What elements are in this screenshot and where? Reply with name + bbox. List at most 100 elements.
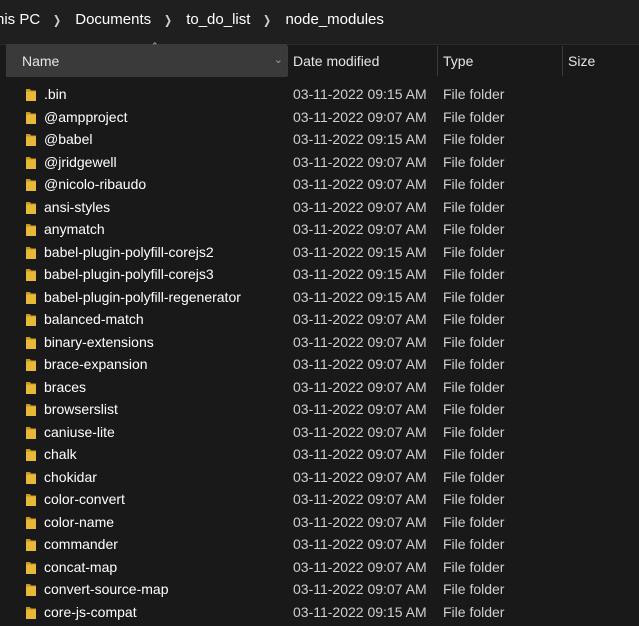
folder-icon <box>26 494 36 506</box>
item-type: File folder <box>443 131 505 147</box>
column-header-type-label: Type <box>443 52 474 69</box>
item-name: commander <box>44 536 118 552</box>
list-item[interactable]: @babel 03-11-2022 09:15 AM File folder <box>0 128 639 151</box>
list-item[interactable]: chokidar 03-11-2022 09:07 AM File folder <box>0 466 639 489</box>
breadcrumb-item-to-do-list[interactable]: to_do_list <box>184 11 252 28</box>
file-list: .bin 03-11-2022 09:15 AM File folder @amppr… <box>0 83 639 623</box>
item-name: babel-plugin-polyfill-corejs3 <box>44 266 214 282</box>
list-item[interactable]: caniuse-lite 03-11-2022 09:07 AM File fold… <box>0 421 639 444</box>
list-item[interactable]: @nicolo-ribaudo 03-11-2022 09:07 AM File f… <box>0 173 639 196</box>
column-divider[interactable] <box>562 46 563 76</box>
list-item[interactable]: ansi-styles 03-11-2022 09:07 AM File folde… <box>0 196 639 219</box>
folder-icon <box>26 89 36 101</box>
item-name: @babel <box>44 131 93 147</box>
column-divider[interactable] <box>287 46 288 76</box>
chevron-right-icon[interactable]: ❯ <box>263 13 271 27</box>
item-date-modified: 03-11-2022 09:07 AM <box>293 491 427 507</box>
folder-icon <box>26 426 36 439</box>
column-header-size[interactable]: Size <box>568 44 639 77</box>
address-bar[interactable]: his PC ❯ Documents ❯ to_do_list ❯ node_m… <box>0 0 639 45</box>
item-date-modified: 03-11-2022 09:15 AM <box>293 266 427 282</box>
item-type: File folder <box>443 401 505 417</box>
item-date-modified: 03-11-2022 09:07 AM <box>293 311 427 327</box>
item-type: File folder <box>443 536 505 552</box>
list-item[interactable]: babel-plugin-polyfill-corejs3 03-11-2022 … <box>0 263 639 286</box>
chevron-right-icon[interactable]: ❯ <box>53 13 61 27</box>
list-item[interactable]: anymatch 03-11-2022 09:07 AM File folder <box>0 218 639 241</box>
item-name: color-name <box>44 513 115 530</box>
item-type: File folder <box>443 108 505 125</box>
item-date-modified: 03-11-2022 09:07 AM <box>293 356 427 372</box>
item-type: File folder <box>443 176 505 192</box>
column-header-date-modified[interactable]: Date modified <box>293 44 437 77</box>
item-type: File folder <box>443 513 505 530</box>
item-date-modified: 03-11-2022 09:07 AM <box>293 108 427 125</box>
folder-icon <box>26 201 36 214</box>
item-type: File folder <box>443 266 505 282</box>
list-item[interactable]: concat-map 03-11-2022 09:07 AM File folder <box>0 556 639 579</box>
item-type: File folder <box>443 558 505 575</box>
list-item[interactable]: babel-plugin-polyfill-regenerator 03-11-2… <box>0 286 639 309</box>
column-divider[interactable] <box>437 46 438 76</box>
list-item[interactable]: @jridgewell 03-11-2022 09:07 AM File folde… <box>0 151 639 174</box>
folder-icon <box>26 606 36 619</box>
folder-icon <box>26 246 36 259</box>
sort-up-icon: ⌃ <box>151 41 159 51</box>
item-name: @nicolo-ribaudo <box>44 176 147 192</box>
list-item[interactable]: convert-source-map 03-11-2022 09:07 AM Fil… <box>0 578 639 601</box>
breadcrumb-item-documents[interactable]: Documents <box>73 11 153 28</box>
column-header-name[interactable]: Name ⌃ ⌄ <box>6 41 287 77</box>
list-item[interactable]: binary-extensions 03-11-2022 09:07 AM File… <box>0 331 639 354</box>
item-date-modified: 03-11-2022 09:15 AM <box>293 86 427 102</box>
breadcrumb-item-node-modules[interactable]: node_modules <box>283 11 385 28</box>
folder-icon <box>26 134 36 146</box>
list-item[interactable]: color-name 03-11-2022 09:07 AM File folder <box>0 511 639 534</box>
item-date-modified: 03-11-2022 09:07 AM <box>293 513 427 530</box>
item-date-modified: 03-11-2022 09:15 AM <box>293 131 427 147</box>
item-type: File folder <box>443 198 505 215</box>
item-name: chokidar <box>44 468 97 485</box>
list-item[interactable]: babel-plugin-polyfill-corejs2 03-11-2022 … <box>0 241 639 264</box>
chevron-down-icon[interactable]: ⌄ <box>274 53 283 66</box>
list-item[interactable]: core-js-compat 03-11-2022 09:15 AM File fo… <box>0 601 639 624</box>
item-name: anymatch <box>44 221 105 237</box>
folder-icon <box>26 539 36 551</box>
list-item[interactable]: .bin 03-11-2022 09:15 AM File folder <box>0 83 639 106</box>
list-item[interactable]: commander 03-11-2022 09:07 AM File folder <box>0 533 639 556</box>
folder-icon <box>26 359 36 371</box>
breadcrumb-item-this-pc[interactable]: his PC <box>0 11 42 28</box>
item-date-modified: 03-11-2022 09:07 AM <box>293 446 427 462</box>
item-date-modified: 03-11-2022 09:07 AM <box>293 221 427 237</box>
list-item[interactable]: browserslist 03-11-2022 09:07 AM File fold… <box>0 398 639 421</box>
list-item[interactable]: @ampproject 03-11-2022 09:07 AM File folde… <box>0 106 639 129</box>
folder-icon <box>26 561 36 574</box>
item-date-modified: 03-11-2022 09:07 AM <box>293 536 427 552</box>
chevron-right-icon[interactable]: ❯ <box>164 13 172 27</box>
item-date-modified: 03-11-2022 09:07 AM <box>293 423 427 440</box>
item-date-modified: 03-11-2022 09:15 AM <box>293 603 427 620</box>
folder-icon <box>26 156 36 169</box>
list-item[interactable]: braces 03-11-2022 09:07 AM File folder <box>0 376 639 399</box>
item-type: File folder <box>443 581 505 597</box>
item-type: File folder <box>443 288 505 305</box>
item-date-modified: 03-11-2022 09:07 AM <box>293 558 427 575</box>
folder-icon <box>26 224 36 236</box>
list-item[interactable]: chalk 03-11-2022 09:07 AM File folder <box>0 443 639 466</box>
item-name: braces <box>44 378 87 395</box>
column-header-row: Name ⌃ ⌄ Date modified Type Size <box>0 41 639 78</box>
column-header-type[interactable]: Type <box>443 44 563 77</box>
item-date-modified: 03-11-2022 09:07 AM <box>293 153 427 170</box>
list-item[interactable]: color-convert 03-11-2022 09:07 AM File fol… <box>0 488 639 511</box>
item-type: File folder <box>443 356 505 372</box>
item-date-modified: 03-11-2022 09:07 AM <box>293 198 427 215</box>
item-type: File folder <box>443 243 505 260</box>
folder-icon <box>26 179 36 191</box>
item-type: File folder <box>443 333 505 350</box>
item-name: @ampproject <box>44 108 128 125</box>
list-item[interactable]: brace-expansion 03-11-2022 09:07 AM File f… <box>0 353 639 376</box>
item-type: File folder <box>443 446 505 462</box>
item-name: convert-source-map <box>44 581 169 597</box>
list-item[interactable]: balanced-match 03-11-2022 09:07 AM File fo… <box>0 308 639 331</box>
folder-icon <box>26 336 36 349</box>
item-type: File folder <box>443 378 505 395</box>
